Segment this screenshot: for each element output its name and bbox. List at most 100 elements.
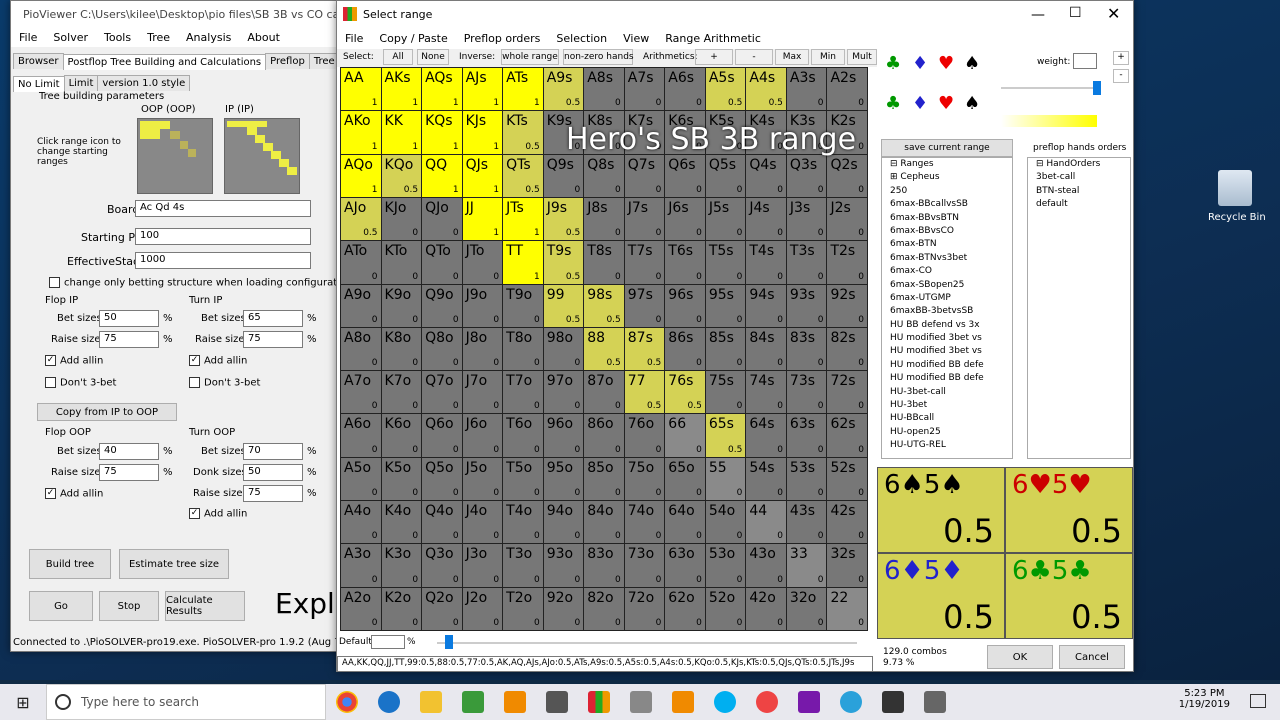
hand-cell-kts[interactable]: KTs 0.5 bbox=[503, 111, 543, 154]
combo-clubs[interactable]: 6♣5♣ 0.5 bbox=[1005, 553, 1133, 639]
recycle-bin-icon[interactable] bbox=[1218, 170, 1252, 206]
hand-cell-53s[interactable]: 53s 0 bbox=[786, 457, 827, 501]
whole-range-button[interactable]: whole range bbox=[501, 49, 559, 65]
hand-cell-66[interactable]: 66 0 bbox=[665, 414, 705, 457]
hand-cell-j7s[interactable]: J7s 0 bbox=[624, 197, 665, 241]
flop-oop-bet-input[interactable]: 40 bbox=[99, 443, 159, 460]
turn-ip-raise-input[interactable]: 75 bbox=[243, 331, 303, 348]
app-gray-icon[interactable] bbox=[630, 691, 652, 713]
hand-cell-82s[interactable]: 82s 0 bbox=[827, 327, 867, 371]
skype-icon[interactable] bbox=[714, 691, 736, 713]
hand-cell-q9o[interactable]: Q9o 0 bbox=[422, 284, 462, 327]
spade-icon[interactable]: ♠ bbox=[964, 53, 980, 74]
hand-cell-a6s[interactable]: A6s 0 bbox=[665, 68, 705, 111]
hand-cell-ats[interactable]: ATs 1 bbox=[503, 68, 543, 111]
hand-cell-t6o[interactable]: T6o 0 bbox=[503, 414, 543, 457]
hand-cell-q6o[interactable]: Q6o 0 bbox=[422, 414, 462, 457]
vlc-icon[interactable] bbox=[504, 691, 526, 713]
hand-cell-42s[interactable]: 42s 0 bbox=[827, 501, 867, 544]
hand-cell-ako[interactable]: AKo 1 bbox=[341, 111, 381, 154]
range-menu-view[interactable]: View bbox=[615, 32, 657, 45]
hand-cell-42o[interactable]: 42o 0 bbox=[746, 587, 786, 630]
hand-cell-85o[interactable]: 85o 0 bbox=[584, 457, 624, 501]
select-all-button[interactable]: All bbox=[383, 49, 413, 65]
go-button[interactable]: Go bbox=[29, 591, 93, 621]
onenote-icon[interactable] bbox=[798, 691, 820, 713]
hand-cell-97s[interactable]: 97s 0 bbox=[624, 284, 665, 327]
mult-button[interactable]: Mult bbox=[847, 49, 877, 65]
menu-analysis[interactable]: Analysis bbox=[178, 31, 239, 44]
hand-cell-q3s[interactable]: Q3s 0 bbox=[786, 154, 827, 197]
hand-cell-k8o[interactable]: K8o 0 bbox=[381, 327, 422, 371]
ranges-tree-item[interactable]: HU-BBcall bbox=[890, 412, 1012, 425]
hand-cell-a5o[interactable]: A5o 0 bbox=[341, 457, 381, 501]
hand-cell-93o[interactable]: 93o 0 bbox=[543, 544, 584, 587]
turn-oop-bet-input[interactable]: 70 bbox=[243, 443, 303, 460]
hand-cell-t8s[interactable]: T8s 0 bbox=[584, 241, 624, 284]
hand-cell-kto[interactable]: KTo 0 bbox=[381, 241, 422, 284]
hand-cell-t6s[interactable]: T6s 0 bbox=[665, 241, 705, 284]
hand-cell-54s[interactable]: 54s 0 bbox=[746, 457, 786, 501]
hand-cell-t9s[interactable]: T9s 0.5 bbox=[543, 241, 584, 284]
hand-cell-52s[interactable]: 52s 0 bbox=[827, 457, 867, 501]
heart-icon[interactable]: ♥ bbox=[938, 53, 954, 74]
notifications-icon[interactable] bbox=[1250, 694, 1266, 708]
ranges-tree-item[interactable]: 6max-BTN bbox=[890, 238, 1012, 251]
hand-cell-t3o[interactable]: T3o 0 bbox=[503, 544, 543, 587]
flop-ip-no3bet-row[interactable]: Don't 3-bet bbox=[45, 377, 116, 389]
mail-icon[interactable] bbox=[882, 691, 904, 713]
hand-cell-aa[interactable]: AA 1 bbox=[341, 68, 381, 111]
ranges-tree-item[interactable]: 6max-BBcallvsSB bbox=[890, 198, 1012, 211]
hand-cell-j4s[interactable]: J4s 0 bbox=[746, 197, 786, 241]
ranges-tree-item[interactable]: HU BB defend vs 3x bbox=[890, 319, 1012, 332]
hand-cell-a8s[interactable]: A8s 0 bbox=[584, 68, 624, 111]
hand-cell-qto[interactable]: QTo 0 bbox=[422, 241, 462, 284]
flop-ip-allin-row[interactable]: ✓ Add allin bbox=[45, 355, 103, 367]
hand-cell-a5s[interactable]: A5s 0.5 bbox=[705, 68, 746, 111]
hand-cell-jj[interactable]: JJ 1 bbox=[462, 197, 503, 241]
hand-cell-k6o[interactable]: K6o 0 bbox=[381, 414, 422, 457]
hand-cell-t7s[interactable]: T7s 0 bbox=[624, 241, 665, 284]
ranges-tree-item[interactable]: HU-open25 bbox=[890, 426, 1012, 439]
hand-cell-43s[interactable]: 43s 0 bbox=[786, 501, 827, 544]
hand-cell-52o[interactable]: 52o 0 bbox=[705, 587, 746, 630]
hand-cell-72s[interactable]: 72s 0 bbox=[827, 371, 867, 414]
estimate-tree-button[interactable]: Estimate tree size bbox=[119, 549, 229, 579]
hand-cell-86o[interactable]: 86o 0 bbox=[584, 414, 624, 457]
range-menu-preflop-orders[interactable]: Preflop orders bbox=[456, 32, 549, 45]
hand-cell-kk[interactable]: KK 1 bbox=[381, 111, 422, 154]
menu-solver[interactable]: Solver bbox=[45, 31, 96, 44]
hand-cell-88[interactable]: 88 0.5 bbox=[584, 327, 624, 371]
ranges-tree-item[interactable]: 6max-BBvsCO bbox=[890, 225, 1012, 238]
hand-cell-84s[interactable]: 84s 0 bbox=[746, 327, 786, 371]
hand-cell-qts[interactable]: QTs 0.5 bbox=[503, 154, 543, 197]
diamond-icon[interactable]: ♦ bbox=[912, 53, 928, 74]
hand-cell-t3s[interactable]: T3s 0 bbox=[786, 241, 827, 284]
hand-cell-44[interactable]: 44 0 bbox=[746, 501, 786, 544]
turn-oop-allin-checkbox[interactable]: ✓ bbox=[189, 508, 200, 519]
flop-ip-raise-input[interactable]: 75 bbox=[99, 331, 159, 348]
hand-cell-76s[interactable]: 76s 0.5 bbox=[665, 371, 705, 414]
hand-cell-ato[interactable]: ATo 0 bbox=[341, 241, 381, 284]
hand-cell-j5s[interactable]: J5s 0 bbox=[705, 197, 746, 241]
hand-cell-74o[interactable]: 74o 0 bbox=[624, 501, 665, 544]
recycle-bin-label[interactable]: Recycle Bin bbox=[1208, 212, 1266, 223]
hand-cell-qjo[interactable]: QJo 0 bbox=[422, 197, 462, 241]
club-icon[interactable]: ♣ bbox=[885, 53, 901, 74]
hand-cell-62o[interactable]: 62o 0 bbox=[665, 587, 705, 630]
hand-cell-63s[interactable]: 63s 0 bbox=[786, 414, 827, 457]
hand-cell-kqs[interactable]: KQs 1 bbox=[422, 111, 462, 154]
pot-input[interactable]: 100 bbox=[135, 228, 311, 245]
hand-cell-aqo[interactable]: AQo 1 bbox=[341, 154, 381, 197]
turn-ip-no3bet-row[interactable]: Don't 3-bet bbox=[189, 377, 260, 389]
hand-cell-k7o[interactable]: K7o 0 bbox=[381, 371, 422, 414]
range-string-field[interactable]: AA,KK,QQ,JJ,TT,99:0.5,88:0.5,77:0.5,AK,A… bbox=[337, 656, 873, 672]
max-button[interactable]: Max bbox=[775, 49, 809, 65]
hand-cell-j9o[interactable]: J9o 0 bbox=[462, 284, 503, 327]
weight-slider-track[interactable] bbox=[1001, 87, 1101, 89]
folder-icon[interactable] bbox=[420, 691, 442, 713]
hand-cell-t2o[interactable]: T2o 0 bbox=[503, 587, 543, 630]
ranges-tree-item[interactable]: 250 bbox=[890, 185, 1012, 198]
hand-cell-76o[interactable]: 76o 0 bbox=[624, 414, 665, 457]
hand-cell-kjo[interactable]: KJo 0 bbox=[381, 197, 422, 241]
